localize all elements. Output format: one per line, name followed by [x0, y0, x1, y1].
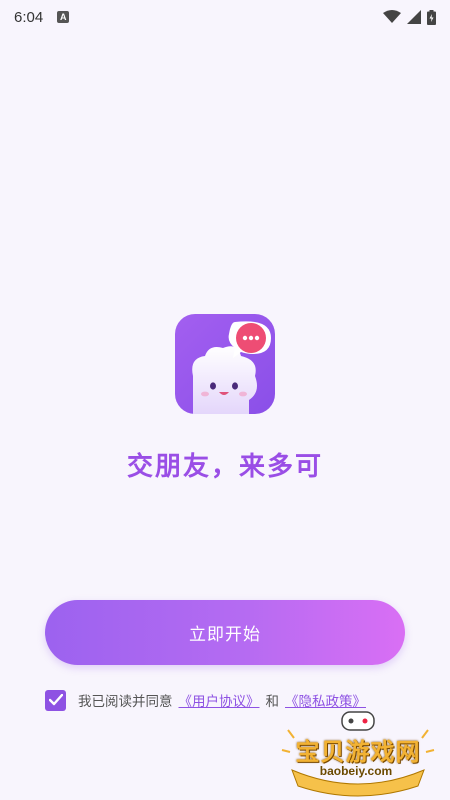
status-icons	[383, 9, 436, 25]
watermark: 宝贝游戏网 baobeiy.com	[268, 710, 448, 798]
watermark-title: 宝贝游戏网	[295, 738, 421, 766]
slogan: 交朋友，来多可	[126, 452, 323, 482]
battery-icon	[427, 9, 436, 25]
privacy-policy-link[interactable]: 《隐私政策》	[285, 690, 366, 710]
notification-a-icon: A	[57, 11, 70, 23]
agreement-checkbox[interactable]	[45, 689, 66, 711]
wifi-icon	[383, 10, 401, 23]
start-button[interactable]: 立即开始	[45, 600, 405, 665]
watermark-url: baobeiy.com	[319, 764, 393, 778]
user-agreement-link[interactable]: 《用户协议》	[179, 690, 260, 710]
status-time: 6:04	[14, 8, 44, 26]
signal-icon	[407, 10, 421, 24]
agreement-conjunction: 和	[265, 694, 280, 710]
checkmark-icon	[48, 694, 63, 706]
app-logo-icon	[175, 314, 275, 414]
agreement-text: 我已阅读并同意	[78, 694, 173, 710]
agreement-row: 我已阅读并同意 《用户协议》 和 《隐私政策》	[45, 688, 415, 712]
start-button-label: 立即开始	[189, 625, 261, 645]
status-bar: 6:04 A	[0, 0, 450, 34]
